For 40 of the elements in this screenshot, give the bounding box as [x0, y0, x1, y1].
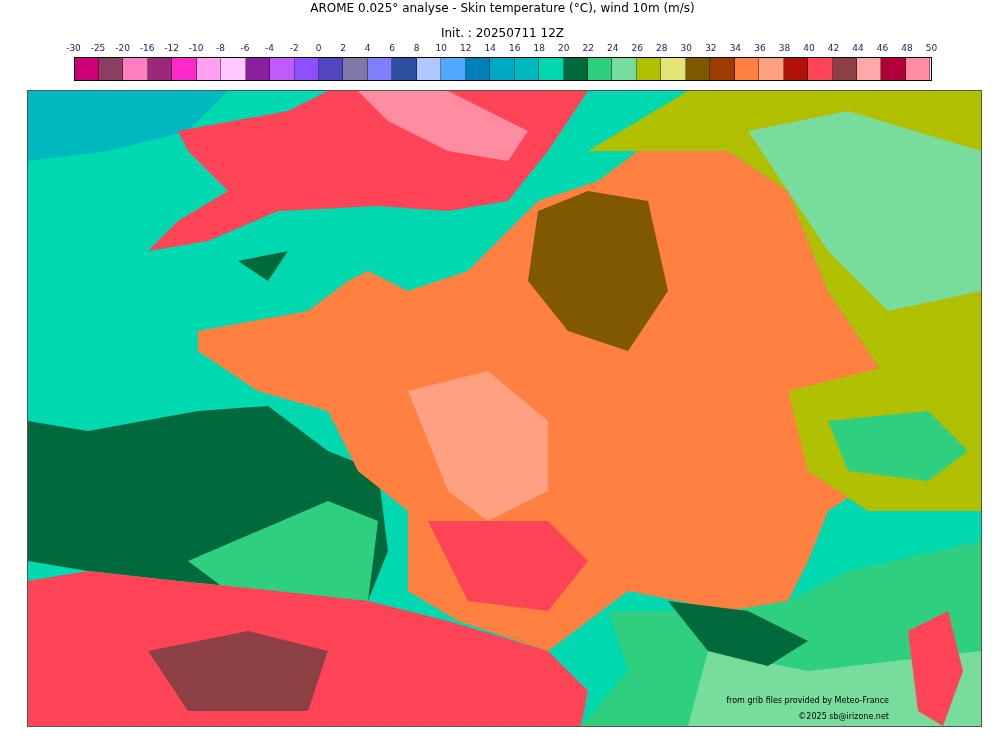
colorbar-tick-label: 10	[435, 42, 447, 54]
colorbar-tick-label: 8	[413, 42, 420, 54]
colorbar-tick-label: 12	[460, 42, 472, 54]
colorbar-tick-label: -12	[164, 42, 179, 54]
colorbar-tick-label: 16	[509, 42, 521, 54]
colorbar-tick-label: -30	[66, 42, 81, 54]
colorbar-tick-label: 44	[852, 42, 864, 54]
colorbar-tick-label: 14	[484, 42, 496, 54]
colorbar-tick-label: 2	[340, 42, 346, 54]
colorbar-tick-label: -25	[90, 42, 106, 54]
credit-text: from grib files provided by Meteo-France	[726, 696, 889, 706]
colorbar-tick-label: -16	[139, 42, 155, 54]
colorbar-tick-label: 4	[364, 42, 371, 54]
credit-text: ©2025 sb@irizone.net	[798, 712, 889, 722]
colorbar-tick-label: 48	[901, 42, 913, 54]
colorbar-tick-label: 40	[803, 42, 815, 54]
colorbar-tick-label: 0	[315, 42, 322, 54]
colorbar-tick-label: 38	[778, 42, 791, 54]
colorbar-tick-label: -10	[188, 42, 204, 54]
colorbar-tick-label: 6	[389, 42, 396, 54]
colorbar-tick-label: 18	[533, 42, 545, 54]
colorbar-tick-label: 46	[876, 42, 889, 54]
colorbar-tick-label: -20	[115, 42, 130, 54]
colorbar-tick-label: 42	[827, 42, 840, 54]
init-time: Init. : 20250711 12Z	[440, 26, 565, 41]
colorbar-tick-label: 20	[558, 42, 570, 54]
colorbar-tick-label: 28	[656, 42, 668, 54]
chart-title: AROME 0.025° analyse - Skin temperature (°C), wind 10m (m/s)	[310, 1, 695, 16]
colorbar-tick-label: 32	[705, 42, 717, 54]
colorbar-tick-label: -8	[216, 42, 226, 54]
colorbar-tick-label: 36	[754, 42, 766, 54]
colorbar-tick-label: 30	[680, 42, 693, 54]
colorbar-tick-label: -6	[240, 42, 250, 54]
colorbar-tick-label: 50	[925, 42, 938, 54]
colorbar-tick-label: 26	[631, 42, 644, 54]
colorbar-tick-label: 34	[729, 42, 742, 54]
colorbar-tick-label: 24	[607, 42, 619, 54]
colorbar-tick-label: 22	[582, 42, 594, 54]
colorbar-tick-label: -4	[265, 42, 275, 54]
colorbar-tick-label: -2	[289, 42, 299, 54]
